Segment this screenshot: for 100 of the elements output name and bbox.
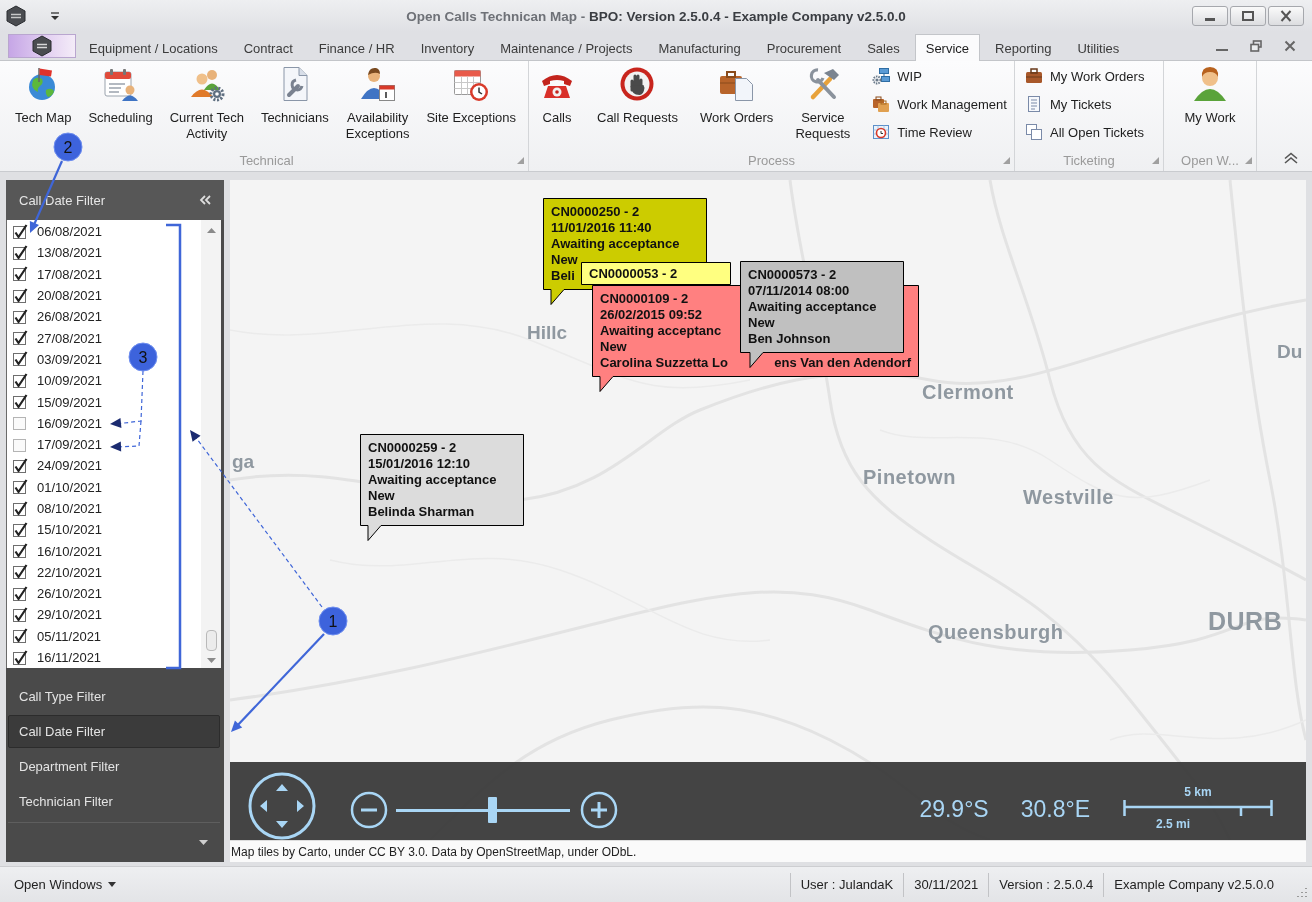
status-user: User : JulandaK	[789, 872, 904, 897]
ribbon-tab[interactable]: Reporting	[982, 34, 1065, 61]
open-windows-button[interactable]: Open Windows	[6, 874, 125, 895]
restore-icon[interactable]	[1250, 40, 1262, 52]
callout-text: 11/01/2016 11:40	[551, 220, 652, 236]
ribbon-tab[interactable]: Procurement	[753, 34, 855, 61]
app-menu-button[interactable]	[8, 34, 76, 58]
checkbox[interactable]	[12, 308, 28, 325]
checkbox[interactable]	[12, 649, 28, 666]
overlapping-squares-icon	[1025, 123, 1043, 141]
checkbox[interactable]	[12, 330, 28, 347]
checkbox[interactable]	[12, 436, 28, 453]
ribbon-button[interactable]: Site Exceptions	[419, 65, 524, 126]
ribbon-button[interactable]: Work Management	[868, 93, 1011, 115]
checkbox[interactable]	[12, 500, 28, 517]
scroll-down-icon[interactable]	[206, 658, 216, 663]
ribbon-tab[interactable]: Inventory	[407, 34, 488, 61]
map-callout[interactable]	[360, 434, 524, 541]
filter-tab[interactable]: Department Filter	[8, 750, 220, 783]
ribbon-button[interactable]: Time Review	[868, 121, 1011, 143]
checkbox[interactable]	[12, 543, 28, 560]
date-label: 15/10/2021	[37, 522, 103, 538]
callout-text: 07/11/2014 08:00	[748, 283, 850, 299]
zoom-out-icon[interactable]	[350, 791, 388, 829]
place-label: Clermont	[922, 382, 1014, 402]
ribbon-button[interactable]: Current Tech Activity	[162, 65, 251, 142]
checkbox[interactable]	[12, 394, 28, 410]
checkbox[interactable]	[12, 223, 28, 240]
zoom-in-icon[interactable]	[580, 791, 618, 829]
step-badge: 3	[128, 342, 158, 372]
checkbox[interactable]	[12, 479, 28, 496]
person-calendar-icon	[359, 66, 396, 102]
callout-text: Carolina Suzzetta Lo	[600, 355, 728, 371]
close-icon[interactable]	[1284, 40, 1296, 52]
ribbon-tab[interactable]: Equipment / Locations	[76, 34, 231, 61]
scrollbar[interactable]	[201, 220, 221, 668]
checkbox[interactable]	[12, 287, 28, 304]
ribbon-button[interactable]: Technicians	[253, 65, 336, 126]
callout-text: CN0000250 - 2	[551, 204, 640, 220]
document-icon	[1025, 95, 1043, 113]
date-label: 16/10/2021	[37, 543, 103, 559]
minimize-button[interactable]	[1192, 6, 1228, 26]
briefcases-icon	[872, 95, 891, 113]
filter-tab[interactable]: Call Type Filter	[8, 680, 220, 713]
slider-thumb[interactable]	[487, 797, 497, 823]
status-date: 30/11/2021	[903, 872, 989, 897]
ribbon-button[interactable]: All Open Tickets	[1021, 121, 1149, 143]
ribbon-button[interactable]: My Work Orders	[1021, 65, 1149, 87]
caret-down-icon[interactable]	[50, 12, 60, 20]
checkbox[interactable]	[12, 372, 28, 389]
ribbon-button[interactable]: WIP	[868, 65, 1011, 87]
panel-title: Call Date Filter	[19, 192, 105, 208]
callout-text: New	[368, 488, 395, 504]
ribbon-button[interactable]: Calls	[532, 65, 582, 126]
callout-text: Awaiting acceptanc	[600, 323, 722, 339]
ribbon-button[interactable]: Service Requests	[788, 65, 858, 142]
filter-tab[interactable]: Call Date Filter	[8, 715, 220, 748]
double-chevron-icon[interactable]	[199, 195, 211, 205]
chevron-up-icon[interactable]	[1283, 152, 1299, 164]
resize-grip-icon[interactable]	[1296, 886, 1308, 898]
checkbox[interactable]	[12, 351, 28, 368]
maximize-button[interactable]	[1230, 6, 1266, 26]
hexagon-logo-icon[interactable]	[6, 5, 26, 27]
scale-label: 2.5 mi	[1156, 817, 1192, 831]
ribbon-button[interactable]: Work Orders	[692, 65, 781, 126]
ribbon-button[interactable]: My Work	[1177, 65, 1243, 126]
ribbon-tab[interactable]: Contract	[230, 34, 306, 61]
callout-text: New	[600, 339, 627, 355]
checkbox[interactable]	[12, 266, 28, 283]
checkbox[interactable]	[12, 415, 28, 432]
pan-control-icon[interactable]	[248, 772, 316, 840]
filter-tab[interactable]: Technician Filter	[8, 785, 220, 818]
checkbox[interactable]	[12, 585, 28, 602]
ribbon-tab[interactable]: Utilities	[1064, 34, 1133, 61]
scroll-up-icon[interactable]	[206, 228, 216, 233]
checkbox[interactable]	[12, 564, 28, 581]
map-callout[interactable]	[581, 262, 731, 285]
ribbon-tab[interactable]: Sales	[854, 34, 913, 61]
callout-text: New	[748, 315, 775, 331]
step-badge: 1	[318, 606, 348, 636]
ribbon-button[interactable]: Tech Map	[8, 65, 79, 126]
checkbox[interactable]	[12, 244, 28, 261]
ribbon-tab[interactable]: Service	[914, 34, 981, 61]
ribbon-tab[interactable]: Finance / HR	[305, 34, 408, 61]
ribbon-button[interactable]: Availability Exceptions	[338, 65, 417, 142]
ribbon-tab[interactable]: Maintenance / Projects	[487, 34, 646, 61]
ribbon-tab[interactable]: Manufacturing	[645, 34, 754, 61]
callout-text: CN0000109 - 2	[600, 291, 689, 307]
checkbox[interactable]	[12, 628, 28, 645]
group-label: Process	[748, 153, 795, 168]
scrollbar-thumb[interactable]	[205, 630, 217, 651]
checkbox[interactable]	[12, 607, 28, 623]
close-button[interactable]	[1268, 6, 1304, 26]
ribbon-button[interactable]: Scheduling	[81, 65, 160, 126]
checkbox[interactable]	[12, 521, 28, 538]
ribbon-button[interactable]: Call Requests	[590, 65, 685, 126]
callout-text: ens Van den Adendorf	[774, 355, 911, 371]
checkbox[interactable]	[12, 457, 28, 474]
caret-down-icon[interactable]	[199, 840, 208, 845]
ribbon-button[interactable]: My Tickets	[1021, 93, 1149, 115]
